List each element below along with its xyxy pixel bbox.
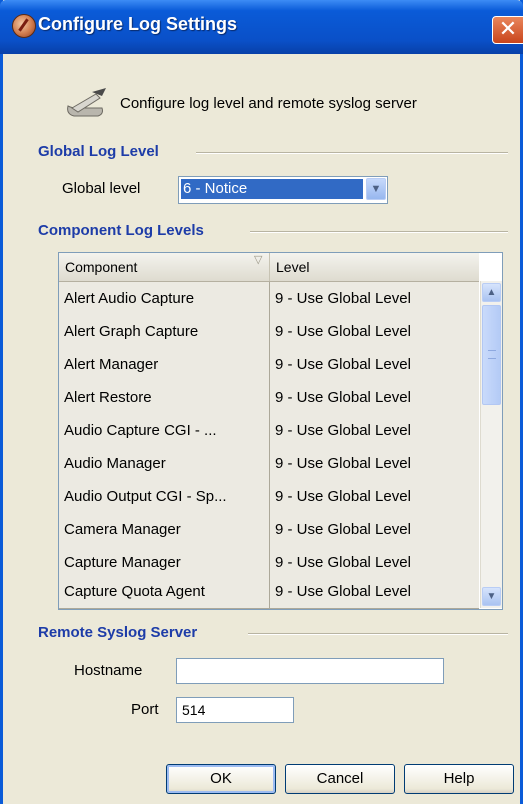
global-log-level-title: Global Log Level (38, 143, 159, 160)
table-row[interactable]: Camera Manager 9 - Use Global Level (59, 513, 479, 547)
title-bar[interactable]: Configure Log Settings ✕ (0, 0, 523, 54)
port-input[interactable]: 514 (176, 697, 294, 723)
table-row[interactable]: Audio Output CGI - Sp... 9 - Use Global … (59, 480, 479, 514)
ok-button[interactable]: OK (166, 764, 276, 794)
global-level-select[interactable]: 6 - Notice ▼ (178, 176, 388, 204)
scroll-thumb[interactable] (482, 305, 501, 405)
port-label: Port (131, 701, 159, 718)
header-description: Configure log level and remote syslog se… (120, 95, 417, 112)
component-cell: Alert Manager (59, 348, 270, 381)
section-divider (250, 231, 508, 233)
help-button[interactable]: Help (404, 764, 514, 794)
component-cell: Alert Audio Capture (59, 282, 270, 315)
component-cell: Audio Output CGI - Sp... (59, 480, 270, 513)
app-logo-icon (12, 14, 36, 38)
section-divider (248, 633, 508, 635)
table-row[interactable]: Alert Audio Capture 9 - Use Global Level (59, 282, 479, 316)
level-cell[interactable]: 9 - Use Global Level (270, 414, 479, 447)
scroll-up-icon[interactable]: ▲ (482, 283, 501, 302)
table-row[interactable]: Alert Restore 9 - Use Global Level (59, 381, 479, 415)
column-header-component[interactable]: Component (59, 253, 270, 281)
hostname-label: Hostname (74, 662, 143, 679)
scroll-pen-icon (67, 88, 106, 117)
column-header-level[interactable]: Level (270, 253, 479, 281)
scroll-down-icon[interactable]: ▼ (482, 587, 501, 606)
level-cell[interactable]: 9 - Use Global Level (270, 315, 479, 348)
component-cell: Alert Graph Capture (59, 315, 270, 348)
table-row[interactable]: Alert Graph Capture 9 - Use Global Level (59, 315, 479, 349)
chevron-down-icon[interactable]: ▼ (366, 178, 386, 200)
table-row[interactable]: Audio Capture CGI - ... 9 - Use Global L… (59, 414, 479, 448)
level-cell[interactable]: 9 - Use Global Level (270, 513, 479, 546)
table-row[interactable]: Capture Quota Agent 9 - Use Global Level (59, 575, 479, 609)
component-log-levels-title: Component Log Levels (38, 222, 204, 239)
close-button[interactable]: ✕ (492, 16, 523, 44)
table-header: Component ▽ Level (59, 253, 479, 282)
cancel-button[interactable]: Cancel (285, 764, 395, 794)
level-cell[interactable]: 9 - Use Global Level (270, 447, 479, 480)
component-cell: Camera Manager (59, 513, 270, 546)
component-cell: Audio Manager (59, 447, 270, 480)
global-level-label: Global level (62, 180, 141, 197)
global-level-selected-value: 6 - Notice (181, 179, 363, 199)
sort-triangle-icon: ▽ (254, 254, 263, 266)
component-cell: Alert Restore (59, 381, 270, 414)
table-row[interactable]: Audio Manager 9 - Use Global Level (59, 447, 479, 481)
hostname-input[interactable] (176, 658, 444, 684)
dialog-window: Configure Log Settings ✕ Configure log l… (0, 0, 523, 804)
level-cell[interactable]: 9 - Use Global Level (270, 348, 479, 381)
table-row[interactable]: Alert Manager 9 - Use Global Level (59, 348, 479, 382)
table-scrollbar[interactable]: ▲ ▼ (480, 281, 502, 608)
component-log-table: Component ▽ Level Alert Audio Capture 9 … (58, 252, 503, 610)
level-cell[interactable]: 9 - Use Global Level (270, 575, 479, 608)
level-cell[interactable]: 9 - Use Global Level (270, 480, 479, 513)
level-cell[interactable]: 9 - Use Global Level (270, 381, 479, 414)
component-cell: Capture Quota Agent (59, 575, 270, 608)
section-divider (196, 152, 508, 154)
remote-syslog-title: Remote Syslog Server (38, 624, 198, 641)
level-cell[interactable]: 9 - Use Global Level (270, 282, 479, 315)
component-cell: Audio Capture CGI - ... (59, 414, 270, 447)
window-title: Configure Log Settings (38, 14, 237, 34)
